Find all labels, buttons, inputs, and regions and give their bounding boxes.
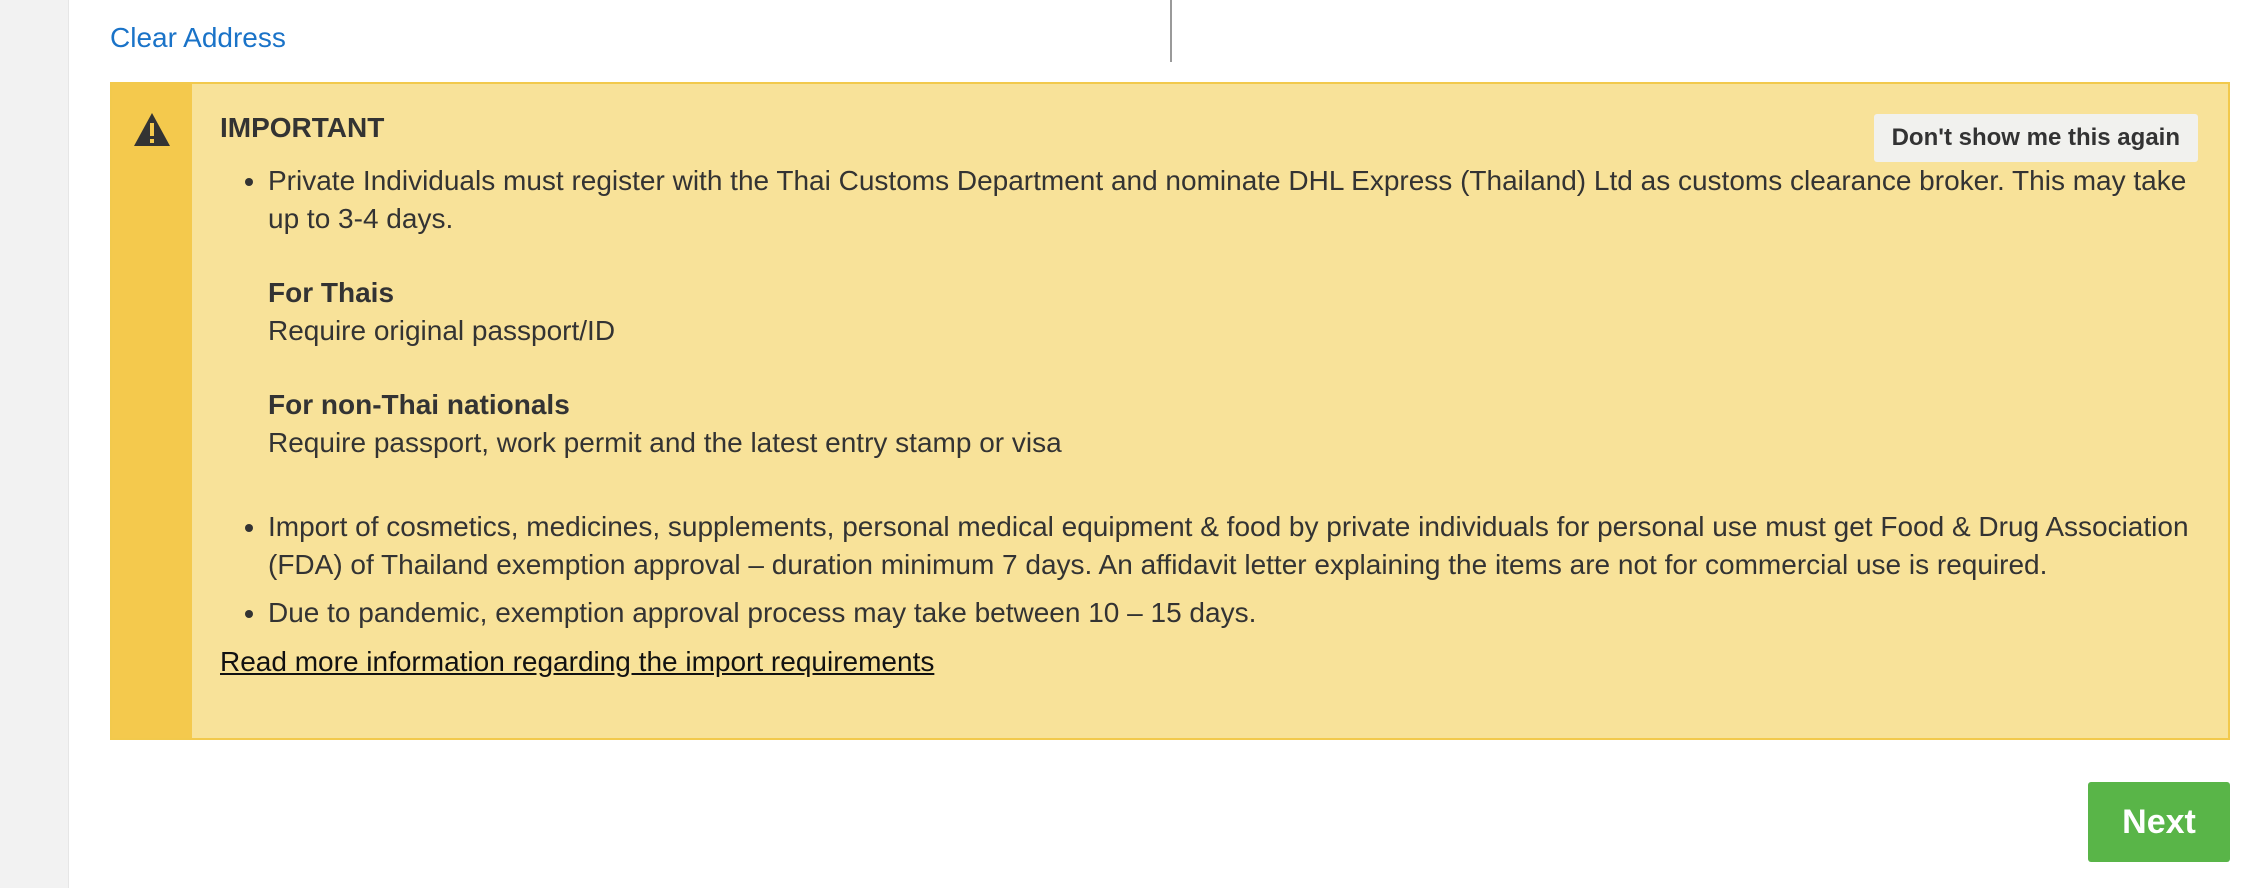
registration-text: Private Individuals must register with t…	[268, 165, 2187, 234]
warning-icon	[134, 113, 170, 146]
non-thai-block: For non-Thai nationals Require passport,…	[268, 386, 2204, 462]
column-divider	[1170, 0, 1172, 62]
next-button[interactable]: Next	[2088, 782, 2230, 862]
left-gutter	[0, 0, 69, 888]
important-notice: Don't show me this again IMPORTANT Priva…	[110, 82, 2230, 740]
clear-address-link[interactable]: Clear Address	[110, 22, 286, 54]
non-thai-text: Require passport, work permit and the la…	[268, 427, 1062, 458]
thais-heading: For Thais	[268, 277, 395, 308]
thais-block: For Thais Require original passport/ID	[268, 274, 2204, 350]
thais-text: Require original passport/ID	[268, 315, 616, 346]
list-item: Private Individuals must register with t…	[268, 162, 2204, 498]
non-thai-heading: For non-Thai nationals	[268, 389, 570, 420]
notice-list: Private Individuals must register with t…	[220, 162, 2204, 632]
list-item: Due to pandemic, exemption approval proc…	[268, 594, 2204, 632]
notice-title: IMPORTANT	[220, 112, 385, 143]
read-more-link[interactable]: Read more information regarding the impo…	[220, 646, 934, 678]
notice-stripe	[112, 84, 192, 738]
list-item: Import of cosmetics, medicines, suppleme…	[268, 508, 2204, 584]
notice-body: IMPORTANT Private Individuals must regis…	[220, 112, 2204, 678]
